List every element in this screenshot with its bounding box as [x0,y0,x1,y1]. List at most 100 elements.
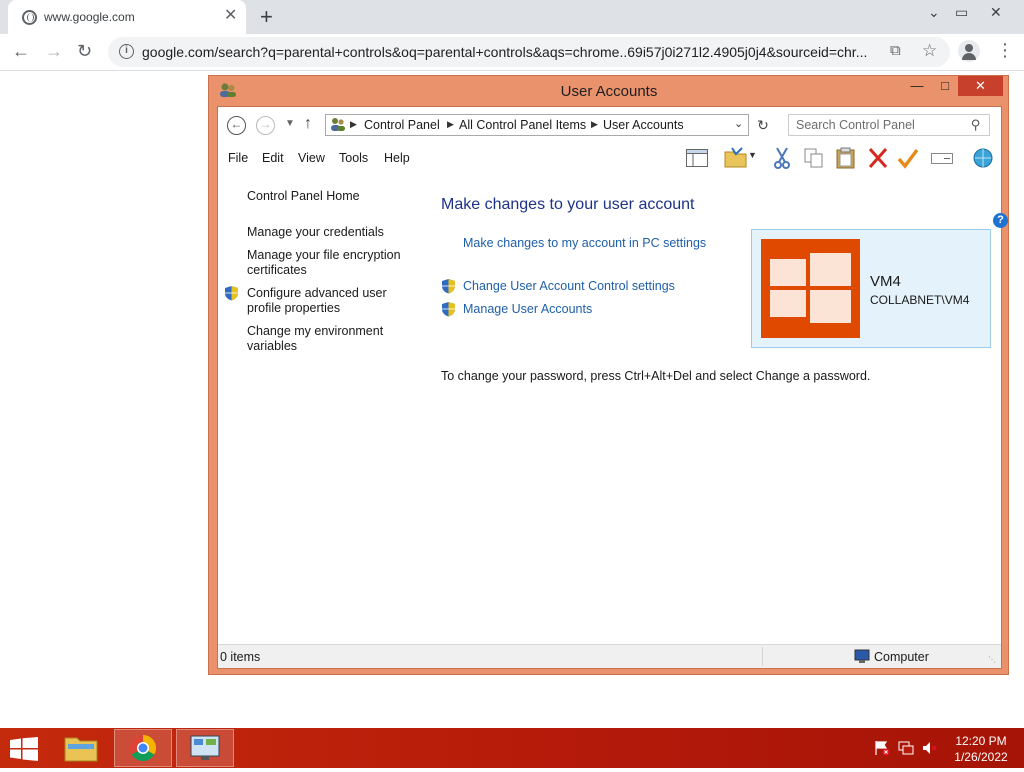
rename-icon[interactable] [930,147,954,169]
forward-icon[interactable]: → [256,116,275,135]
chrome-taskbar-button[interactable] [114,729,172,767]
shield-icon [225,286,238,301]
control-panel-home-link[interactable]: Control Panel Home [247,189,412,204]
delete-icon[interactable] [866,147,890,169]
menu-tools[interactable]: Tools [339,151,368,165]
windows-logo-icon [770,253,851,323]
search-placeholder: Search Control Panel [796,118,915,132]
chevron-right-icon: ▶ [591,119,598,129]
clock-date: 1/26/2022 [954,750,1008,764]
url-text[interactable]: google.com/search?q=parental+controls&oq… [142,44,887,60]
user-accounts-window: User Accounts — □ ✕ ← → ▼ ↑ ▶ Control Pa… [208,75,1009,675]
file-encryption-link[interactable]: Manage your file encryption certificates [247,248,412,278]
shield-icon [442,279,455,294]
chevron-down-icon[interactable]: ⌄ [734,117,743,130]
back-icon[interactable]: ← [12,41,30,61]
address-row: ← → ▼ ↑ ▶ Control Panel ▶ All Control Pa… [218,107,1001,143]
chevron-down-icon[interactable]: ▼ [748,150,772,172]
menu-file[interactable]: File [228,151,248,165]
password-note: To change your password, press Ctrl+Alt+… [441,369,871,383]
control-panel-icon [190,735,220,760]
globe-icon [22,10,37,25]
window-client: ← → ▼ ↑ ▶ Control Panel ▶ All Control Pa… [217,106,1008,669]
zone-label: Computer [874,650,929,664]
tab-strip: www.google.com ✕ + ⌄ ▭ ✕ [0,0,1024,34]
pc-settings-link[interactable]: Make changes to my account in PC setting… [463,236,706,250]
paste-icon[interactable] [834,147,858,169]
share-icon[interactable]: ⧉ [890,42,901,59]
toolbar: ← → ↻ i google.com/search?q=parental+con… [0,34,1024,71]
window-title: User Accounts [560,83,658,100]
maximize-button[interactable]: □ [932,76,958,96]
breadcrumb-user-accounts[interactable]: User Accounts [603,118,684,132]
profile-properties-link[interactable]: Configure advanced user profile properti… [247,286,412,316]
menu-icon[interactable]: ⋮ [996,40,1014,60]
layout-pane-icon[interactable] [685,147,709,169]
menu-help[interactable]: Help [384,151,410,165]
computer-icon [854,649,870,663]
browser-tab[interactable]: www.google.com ✕ [8,0,246,34]
control-panel-taskbar-button[interactable] [176,729,234,767]
chevron-right-icon: ▶ [447,119,454,129]
shield-icon [442,302,455,317]
star-icon[interactable]: ☆ [922,41,937,61]
search-input[interactable]: Search Control Panel ⚲ [788,114,990,136]
reload-icon[interactable]: ↻ [77,41,92,61]
copy-icon[interactable] [802,147,826,169]
cut-icon[interactable] [770,147,794,169]
page-title: Make changes to your user account [441,196,695,213]
back-icon[interactable]: ← [227,116,246,135]
breadcrumb-control-panel[interactable]: Control Panel [364,118,440,132]
avatar [761,239,860,338]
resize-grip-icon[interactable]: ⋱ [988,655,996,664]
item-count: 0 items [220,650,261,664]
network-icon[interactable] [898,740,914,756]
status-divider [762,647,763,666]
start-button[interactable] [10,737,38,761]
tab-search-icon[interactable]: ⌄ [928,4,940,21]
info-icon[interactable]: i [119,44,134,59]
folder-options-icon[interactable] [724,147,748,169]
refresh-icon[interactable]: ↻ [752,115,774,135]
menu-edit[interactable]: Edit [262,151,284,165]
system-clock[interactable]: 12:20 PM 1/26/2022 [946,733,1016,765]
globe-icon[interactable] [969,147,997,169]
recent-pages-icon[interactable]: ▼ [285,118,295,129]
account-card: VM4 COLLABNET\VM4 [751,229,991,348]
address-bar[interactable]: i google.com/search?q=parental+controls&… [108,37,950,67]
manage-credentials-link[interactable]: Manage your credentials [247,225,412,240]
status-bar: 0 items Computer ⋱ [218,644,1001,668]
minimize-button[interactable]: — [902,76,932,96]
breadcrumb[interactable]: ▶ Control Panel ▶ All Control Panel Item… [325,114,749,136]
environment-variables-link[interactable]: Change my environment variables [247,324,412,354]
forward-icon[interactable]: → [45,41,63,61]
manage-user-accounts-link[interactable]: Manage User Accounts [463,302,592,316]
account-domain: COLLABNET\VM4 [870,293,970,307]
chevron-right-icon: ▶ [350,119,357,129]
taskbar: 12:20 PM 1/26/2022 [0,728,1024,768]
user-accounts-icon [331,118,345,131]
profile-icon[interactable] [958,40,980,62]
folder-icon [64,737,98,762]
clock-time: 12:20 PM [955,734,1007,748]
tab-close-button[interactable]: ✕ [224,8,237,24]
new-tab-button[interactable]: + [260,5,273,29]
properties-check-icon[interactable] [896,147,920,169]
chrome-icon [130,734,157,762]
help-icon[interactable]: ? [993,213,1008,228]
menu-bar: File Edit View Tools Help ▼ [218,143,1001,173]
action-center-flag-icon[interactable] [874,740,890,756]
browser-close-button[interactable]: ✕ [990,4,1002,21]
file-explorer-taskbar-button[interactable] [52,729,110,767]
menu-view[interactable]: View [298,151,325,165]
volume-muted-icon[interactable] [922,740,938,756]
browser-minimize-button[interactable]: ▭ [955,4,968,21]
up-icon[interactable]: ↑ [304,115,312,133]
close-button[interactable]: ✕ [958,76,1003,96]
browser-chrome: www.google.com ✕ + ⌄ ▭ ✕ ← → ↻ i google.… [0,0,1024,71]
uac-settings-link[interactable]: Change User Account Control settings [463,279,675,293]
account-name: VM4 [870,273,901,290]
search-icon[interactable]: ⚲ [971,117,981,133]
tab-title: www.google.com [44,10,135,24]
breadcrumb-all-items[interactable]: All Control Panel Items [459,118,586,132]
